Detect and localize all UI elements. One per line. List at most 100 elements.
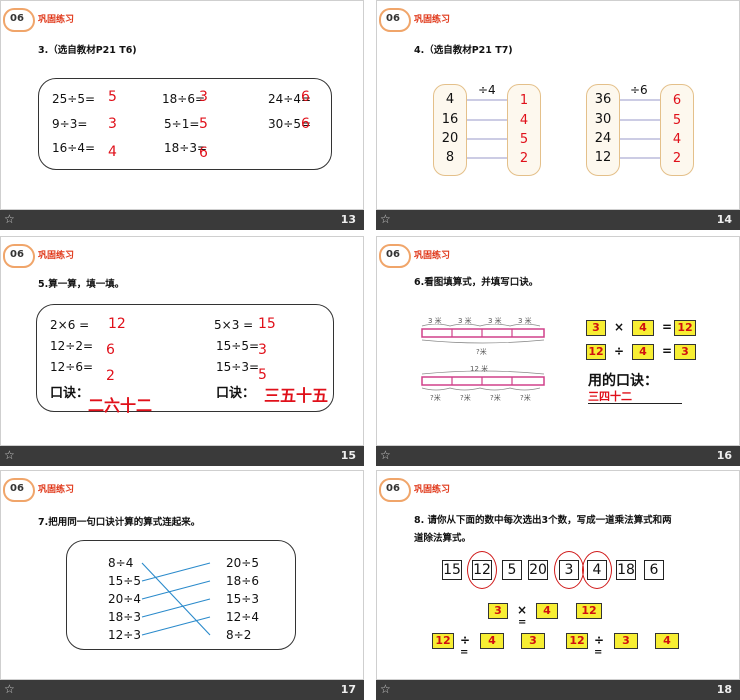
- slide-canvas: 06 巩固练习 8. 请你从下面的数中每次选出3个数，写成一道乘法算式和两 道除…: [376, 470, 740, 680]
- used-koujue-answer: 三四十二: [588, 390, 632, 403]
- input-number: 16: [441, 112, 459, 127]
- page-number: 14: [716, 213, 732, 226]
- question-title: 5.算一算，填一填。: [38, 279, 125, 290]
- output-number: 1: [519, 93, 529, 108]
- equation-box: 3: [614, 633, 638, 649]
- number-card: 6: [644, 560, 664, 580]
- output-number: 5: [519, 132, 529, 147]
- slide-18[interactable]: 06 巩固练习 8. 请你从下面的数中每次选出3个数，写成一道乘法算式和两 道除…: [376, 470, 740, 700]
- badge-number: 06: [10, 13, 24, 24]
- question-title-line2: 道除法算式。: [414, 533, 472, 544]
- segment-label: ?米: [460, 394, 471, 402]
- answer: 6: [301, 116, 310, 132]
- equals-sign: =: [594, 647, 603, 658]
- slide-canvas: 06 巩固练习 6.看图填算式，并填写口诀。 3 米 3 米 3 米 3 米 ?…: [376, 236, 740, 446]
- koujue-answer: 三五十五: [264, 386, 329, 405]
- question-title: 8. 请你从下面的数中每次选出3个数，写成一道乘法算式和两: [414, 515, 672, 526]
- section-label: 巩固练习: [414, 251, 451, 261]
- page-number: 17: [340, 683, 356, 696]
- answer: 5: [108, 89, 117, 105]
- input-number: 30: [594, 112, 612, 127]
- selection-circle: [582, 551, 612, 589]
- answer: 3: [108, 116, 117, 132]
- equation-box: 12: [432, 633, 454, 649]
- input-number: 24: [594, 131, 612, 146]
- answer: 6: [199, 145, 208, 161]
- connecting-lines: [141, 562, 211, 636]
- slide-canvas: 06 巩固练习 5.算一算，填一填。 2×6 = 12÷2= 12÷6= 口诀：…: [0, 236, 364, 446]
- equation-box: 4: [536, 603, 558, 619]
- slide-canvas: 06 巩固练习 3.（选自教材P21 T6) 25÷5= 18÷6= 24÷4=…: [0, 0, 364, 210]
- number-card: 18: [616, 560, 636, 580]
- section-badge: 06: [379, 478, 415, 504]
- answer: 15: [258, 316, 276, 332]
- star-icon[interactable]: ☆: [4, 448, 15, 462]
- slide-footer: ☆ 13: [0, 210, 364, 230]
- star-icon[interactable]: ☆: [4, 212, 15, 226]
- section-badge: 06: [379, 244, 415, 270]
- input-number: 20: [441, 131, 459, 146]
- star-icon[interactable]: ☆: [380, 212, 391, 226]
- number-card: 20: [528, 560, 548, 580]
- slide-17[interactable]: 06 巩固练习 7.把用同一句口诀计算的算式连起来。 8÷4 15÷5 20÷4…: [0, 470, 364, 700]
- selection-circle: [467, 551, 497, 589]
- answer: 6: [301, 89, 310, 105]
- equation-box: 4: [655, 633, 679, 649]
- equation-box: 3: [488, 603, 508, 619]
- section-label: 巩固练习: [414, 485, 451, 495]
- section-label: 巩固练习: [38, 15, 75, 25]
- slide-14[interactable]: 06 巩固练习 4.（选自教材P21 T7) ÷4 4 16 20 8 1 4 …: [376, 0, 740, 230]
- equation-box: 12: [576, 603, 602, 619]
- operator: =: [662, 320, 673, 334]
- segment-label: ?米: [520, 394, 531, 402]
- used-koujue-label: 用的口诀：: [588, 373, 658, 389]
- answer: 5: [258, 367, 267, 383]
- equation-box: 12: [586, 344, 606, 360]
- badge-number: 06: [386, 13, 400, 24]
- output-number: 2: [672, 151, 682, 166]
- equation-box: 4: [480, 633, 504, 649]
- number-card: 5: [502, 560, 522, 580]
- equation: 9÷3=: [52, 117, 88, 131]
- answer: 2: [106, 368, 115, 384]
- output-number: 4: [519, 113, 529, 128]
- section-badge: 06: [3, 8, 39, 34]
- slide-footer: ☆ 18: [376, 680, 740, 700]
- segment-label: ?米: [430, 394, 441, 402]
- question-title: 3.（选自教材P21 T6): [38, 45, 137, 56]
- star-icon[interactable]: ☆: [380, 682, 391, 696]
- equation-box: 12: [566, 633, 588, 649]
- slide-canvas: 06 巩固练习 7.把用同一句口诀计算的算式连起来。 8÷4 15÷5 20÷4…: [0, 470, 364, 680]
- equation-box: 3: [521, 633, 545, 649]
- segment-label: ?米: [490, 394, 501, 402]
- equation: 2×6 =: [50, 318, 90, 332]
- slide-13[interactable]: 06 巩固练习 3.（选自教材P21 T6) 25÷5= 18÷6= 24÷4=…: [0, 0, 364, 230]
- operator: ÷: [614, 344, 625, 358]
- section-label: 巩固练习: [38, 251, 75, 261]
- input-number: 36: [594, 92, 612, 107]
- input-number: 4: [445, 92, 455, 107]
- answer: 12: [108, 316, 126, 332]
- section-label: 巩固练习: [414, 15, 451, 25]
- equation-box: 3: [674, 344, 696, 360]
- equation: 25÷5=: [52, 92, 96, 106]
- koujue-label: 口诀：: [216, 386, 256, 401]
- slide-15[interactable]: 06 巩固练习 5.算一算，填一填。 2×6 = 12÷2= 12÷6= 口诀：…: [0, 236, 364, 466]
- answer: 6: [106, 342, 115, 358]
- slide-16[interactable]: 06 巩固练习 6.看图填算式，并填写口诀。 3 米 3 米 3 米 3 米 ?…: [376, 236, 740, 466]
- star-icon[interactable]: ☆: [4, 682, 15, 696]
- equation-box: 4: [632, 320, 654, 336]
- section-badge: 06: [379, 8, 415, 34]
- operator: =: [662, 344, 673, 358]
- answer: 4: [108, 144, 117, 160]
- output-number: 6: [672, 93, 682, 108]
- question-title: 4.（选自教材P21 T7): [414, 45, 513, 56]
- equals-sign: =: [518, 617, 527, 628]
- slide-canvas: 06 巩固练习 4.（选自教材P21 T7) ÷4 4 16 20 8 1 4 …: [376, 0, 740, 210]
- badge-number: 06: [386, 249, 400, 260]
- answer: 5: [199, 116, 208, 132]
- equation: 15÷5=: [216, 339, 260, 353]
- koujue-answer: 二六十二: [88, 396, 153, 415]
- number-card: 15: [442, 560, 462, 580]
- star-icon[interactable]: ☆: [380, 448, 391, 462]
